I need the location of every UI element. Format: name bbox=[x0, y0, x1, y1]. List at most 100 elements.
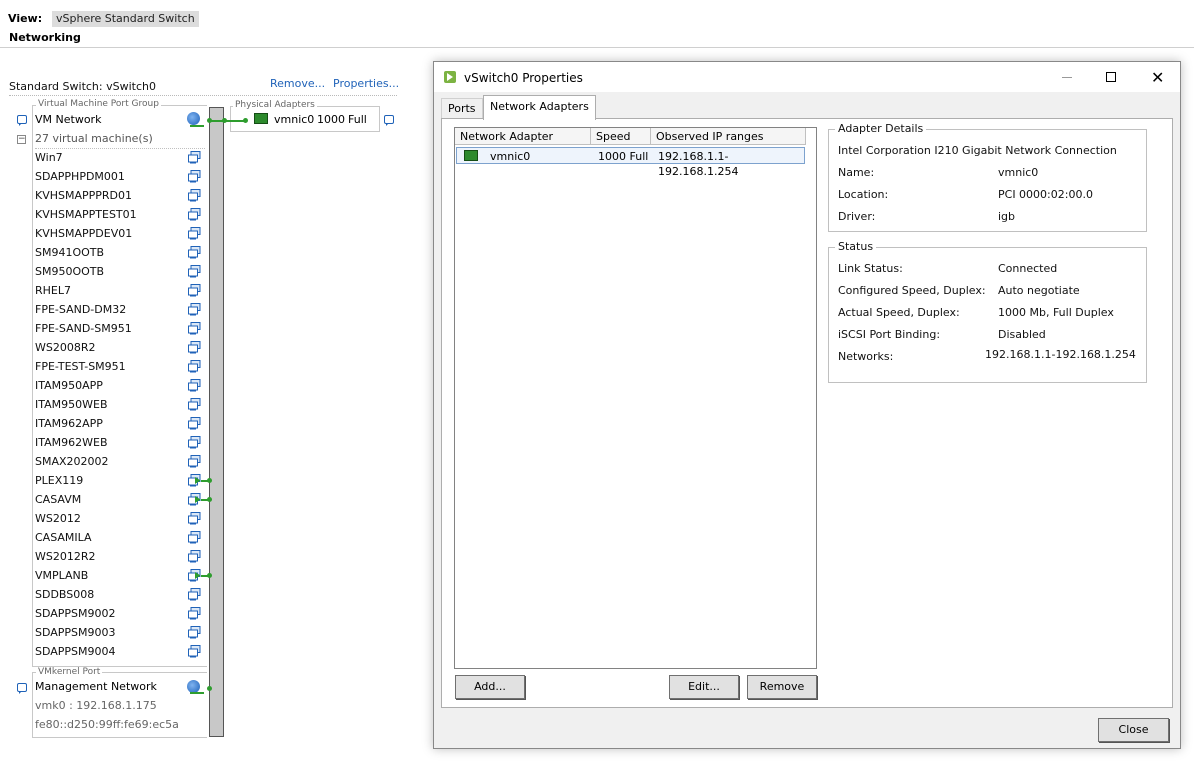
vm-icon bbox=[188, 417, 201, 430]
switch-bar bbox=[209, 107, 224, 737]
physical-adapter-name[interactable]: vmnic0 bbox=[274, 113, 314, 126]
name-label: Name: bbox=[838, 166, 875, 179]
view-select[interactable]: vSphere Standard Switch bbox=[52, 11, 199, 27]
vmkernel-name[interactable]: Management Network bbox=[35, 680, 157, 693]
nic-icon bbox=[464, 150, 478, 161]
vm-item[interactable]: FPE-SAND-DM32 bbox=[35, 300, 126, 319]
networks-value: 192.168.1.1-192.168.1.254 bbox=[985, 348, 1136, 361]
link-status-value: Connected bbox=[998, 262, 1058, 275]
column-header-ip-ranges[interactable]: Observed IP ranges bbox=[651, 128, 806, 145]
vm-item[interactable]: SDAPPSM9003 bbox=[35, 623, 116, 642]
vm-count: 27 virtual machine(s) bbox=[35, 132, 153, 145]
tab-network-adapters[interactable]: Network Adapters bbox=[483, 95, 596, 120]
location-value: PCI 0000:02:00.0 bbox=[998, 188, 1093, 201]
minimize-button[interactable] bbox=[1044, 62, 1090, 92]
adapter-details-legend: Adapter Details bbox=[835, 122, 927, 135]
column-header-speed[interactable]: Speed bbox=[591, 128, 651, 145]
vm-icon bbox=[188, 284, 201, 297]
tab-panel: Network Adapter Speed Observed IP ranges… bbox=[441, 118, 1173, 708]
vm-item[interactable]: WS2012R2 bbox=[35, 547, 96, 566]
vm-connected-icon bbox=[188, 493, 201, 506]
vm-icon bbox=[188, 360, 201, 373]
driver-label: Driver: bbox=[838, 210, 876, 223]
vm-item[interactable]: SM941OOTB bbox=[35, 243, 104, 262]
comment-icon[interactable] bbox=[17, 683, 27, 694]
vm-icon bbox=[188, 550, 201, 563]
driver-value: igb bbox=[998, 210, 1016, 223]
maximize-button[interactable] bbox=[1088, 62, 1134, 92]
comment-icon[interactable] bbox=[17, 115, 27, 126]
actual-label: Actual Speed, Duplex: bbox=[838, 306, 960, 319]
name-value: vmnic0 bbox=[998, 166, 1039, 179]
tab-ports[interactable]: Ports bbox=[441, 98, 483, 119]
location-label: Location: bbox=[838, 188, 889, 201]
network-globe-icon bbox=[187, 112, 200, 125]
vm-icon bbox=[188, 436, 201, 449]
properties-dialog: vSwitch0 Properties ✕ Ports Network Adap… bbox=[433, 61, 1181, 749]
vm-item[interactable]: KVHSMAPPDEV01 bbox=[35, 224, 132, 243]
vm-item[interactable]: ITAM962APP bbox=[35, 414, 103, 433]
vm-item[interactable]: SM950OOTB bbox=[35, 262, 104, 281]
table-row[interactable]: vmnic0 1000 Full 192.168.1.1-192.168.1.2… bbox=[456, 147, 805, 178]
vm-icon bbox=[188, 341, 201, 354]
vm-item[interactable]: SDAPPSM9002 bbox=[35, 604, 116, 623]
adapter-list[interactable]: Network Adapter Speed Observed IP ranges… bbox=[454, 127, 817, 669]
vsphere-icon bbox=[444, 71, 456, 83]
vm-item[interactable]: RHEL7 bbox=[35, 281, 71, 300]
switch-divider bbox=[9, 95, 397, 96]
divider bbox=[0, 47, 1194, 48]
physical-adapter-speed: 1000 bbox=[317, 113, 345, 126]
vm-item[interactable]: CASAMILA bbox=[35, 528, 92, 547]
vm-item[interactable]: SMAX202002 bbox=[35, 452, 109, 471]
vm-item[interactable]: ITAM962WEB bbox=[35, 433, 108, 452]
vm-icon bbox=[188, 455, 201, 468]
connector-dot bbox=[222, 118, 227, 123]
remove-button[interactable]: Remove bbox=[747, 675, 817, 699]
vm-item[interactable]: KVHSMAPPPRD01 bbox=[35, 186, 132, 205]
vm-icon bbox=[188, 265, 201, 278]
vm-item[interactable]: WS2012 bbox=[35, 509, 81, 528]
edit-button[interactable]: Edit... bbox=[669, 675, 739, 699]
vm-item[interactable]: SDDBS008 bbox=[35, 585, 94, 604]
collapse-icon[interactable]: − bbox=[17, 135, 26, 144]
add-button[interactable]: Add... bbox=[455, 675, 525, 699]
status-legend: Status bbox=[835, 240, 877, 253]
vm-icon bbox=[188, 322, 201, 335]
vm-icon bbox=[188, 246, 201, 259]
vm-icon bbox=[188, 512, 201, 525]
comment-icon[interactable] bbox=[384, 115, 394, 126]
vm-item[interactable]: FPE-TEST-SM951 bbox=[35, 357, 126, 376]
vm-connected-icon bbox=[188, 474, 201, 487]
vm-item[interactable]: KVHSMAPPTEST01 bbox=[35, 205, 137, 224]
vm-item[interactable]: VMPLANB bbox=[35, 566, 88, 585]
vm-icon bbox=[188, 170, 201, 183]
vm-icon bbox=[188, 379, 201, 392]
vm-icon bbox=[188, 588, 201, 601]
adapter-description: Intel Corporation I210 Gigabit Network C… bbox=[838, 144, 1117, 157]
configured-label: Configured Speed, Duplex: bbox=[838, 284, 986, 297]
column-header-adapter[interactable]: Network Adapter bbox=[455, 128, 591, 145]
connector-line bbox=[190, 125, 204, 127]
section-title: Networking bbox=[9, 31, 81, 44]
vm-item[interactable]: CASAVM bbox=[35, 490, 81, 509]
vm-item[interactable]: PLEX119 bbox=[35, 471, 83, 490]
close-button[interactable]: Close bbox=[1098, 718, 1169, 742]
networks-label: Networks: bbox=[838, 350, 894, 363]
vm-item[interactable]: FPE-SAND-SM951 bbox=[35, 319, 132, 338]
properties-link[interactable]: Properties... bbox=[333, 77, 399, 90]
close-window-button[interactable]: ✕ bbox=[1134, 62, 1180, 92]
vm-item[interactable]: SDAPPSM9004 bbox=[35, 642, 116, 661]
physical-adapters-label: Physical Adapters bbox=[233, 100, 317, 110]
title-bar[interactable]: vSwitch0 Properties ✕ bbox=[434, 62, 1180, 92]
vm-item[interactable]: SDAPPHPDM001 bbox=[35, 167, 125, 186]
nic-icon bbox=[254, 113, 268, 124]
vm-item[interactable]: ITAM950WEB bbox=[35, 395, 108, 414]
connector-line bbox=[190, 692, 204, 694]
port-group-name[interactable]: VM Network bbox=[35, 113, 101, 126]
vm-item[interactable]: WS2008R2 bbox=[35, 338, 96, 357]
vm-item[interactable]: Win7 bbox=[35, 148, 63, 167]
vm-item[interactable]: ITAM950APP bbox=[35, 376, 103, 395]
remove-link[interactable]: Remove... bbox=[270, 77, 325, 90]
maximize-icon bbox=[1106, 72, 1116, 82]
vm-icon bbox=[188, 398, 201, 411]
